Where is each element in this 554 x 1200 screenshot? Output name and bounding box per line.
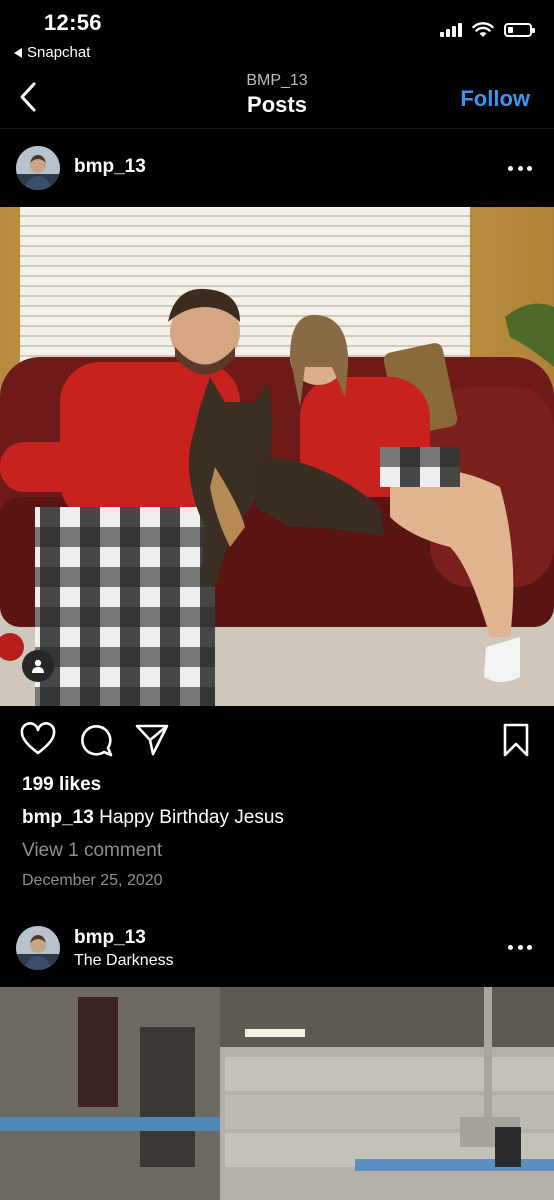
caption-text: Happy Birthday Jesus [99,807,284,828]
view-comments-link[interactable]: View 1 comment [22,840,162,862]
caption-username[interactable]: bmp_13 [22,807,94,828]
cellular-signal-icon [440,23,462,37]
avatar[interactable] [16,146,60,190]
battery-icon [504,23,535,37]
back-to-app[interactable]: Snapchat [14,44,90,61]
post-photo[interactable] [0,987,554,1200]
avatar[interactable] [16,926,60,970]
post-location[interactable]: The Darkness [74,952,174,970]
post-username[interactable]: bmp_13 [74,156,146,178]
follow-button[interactable]: Follow [460,86,530,112]
tag-person-icon[interactable] [22,650,54,682]
back-app-label: Snapchat [27,44,91,61]
post-date: December 25, 2020 [22,872,163,889]
post-caption: bmp_13 Happy Birthday Jesus [22,807,284,829]
more-options-icon[interactable] [508,945,532,951]
wifi-icon [472,22,494,37]
back-triangle-icon [14,47,22,58]
share-icon[interactable] [134,722,170,758]
header-divider [0,128,554,129]
comment-icon[interactable] [78,722,114,758]
likes-count[interactable]: 199 likes [22,774,101,796]
post-photo[interactable] [0,207,554,706]
bookmark-icon[interactable] [498,722,534,758]
post-username[interactable]: bmp_13 [74,927,146,949]
more-options-icon[interactable] [508,166,532,172]
status-time: 12:56 [44,10,102,35]
status-icons [440,22,535,38]
heart-icon[interactable] [20,722,56,758]
